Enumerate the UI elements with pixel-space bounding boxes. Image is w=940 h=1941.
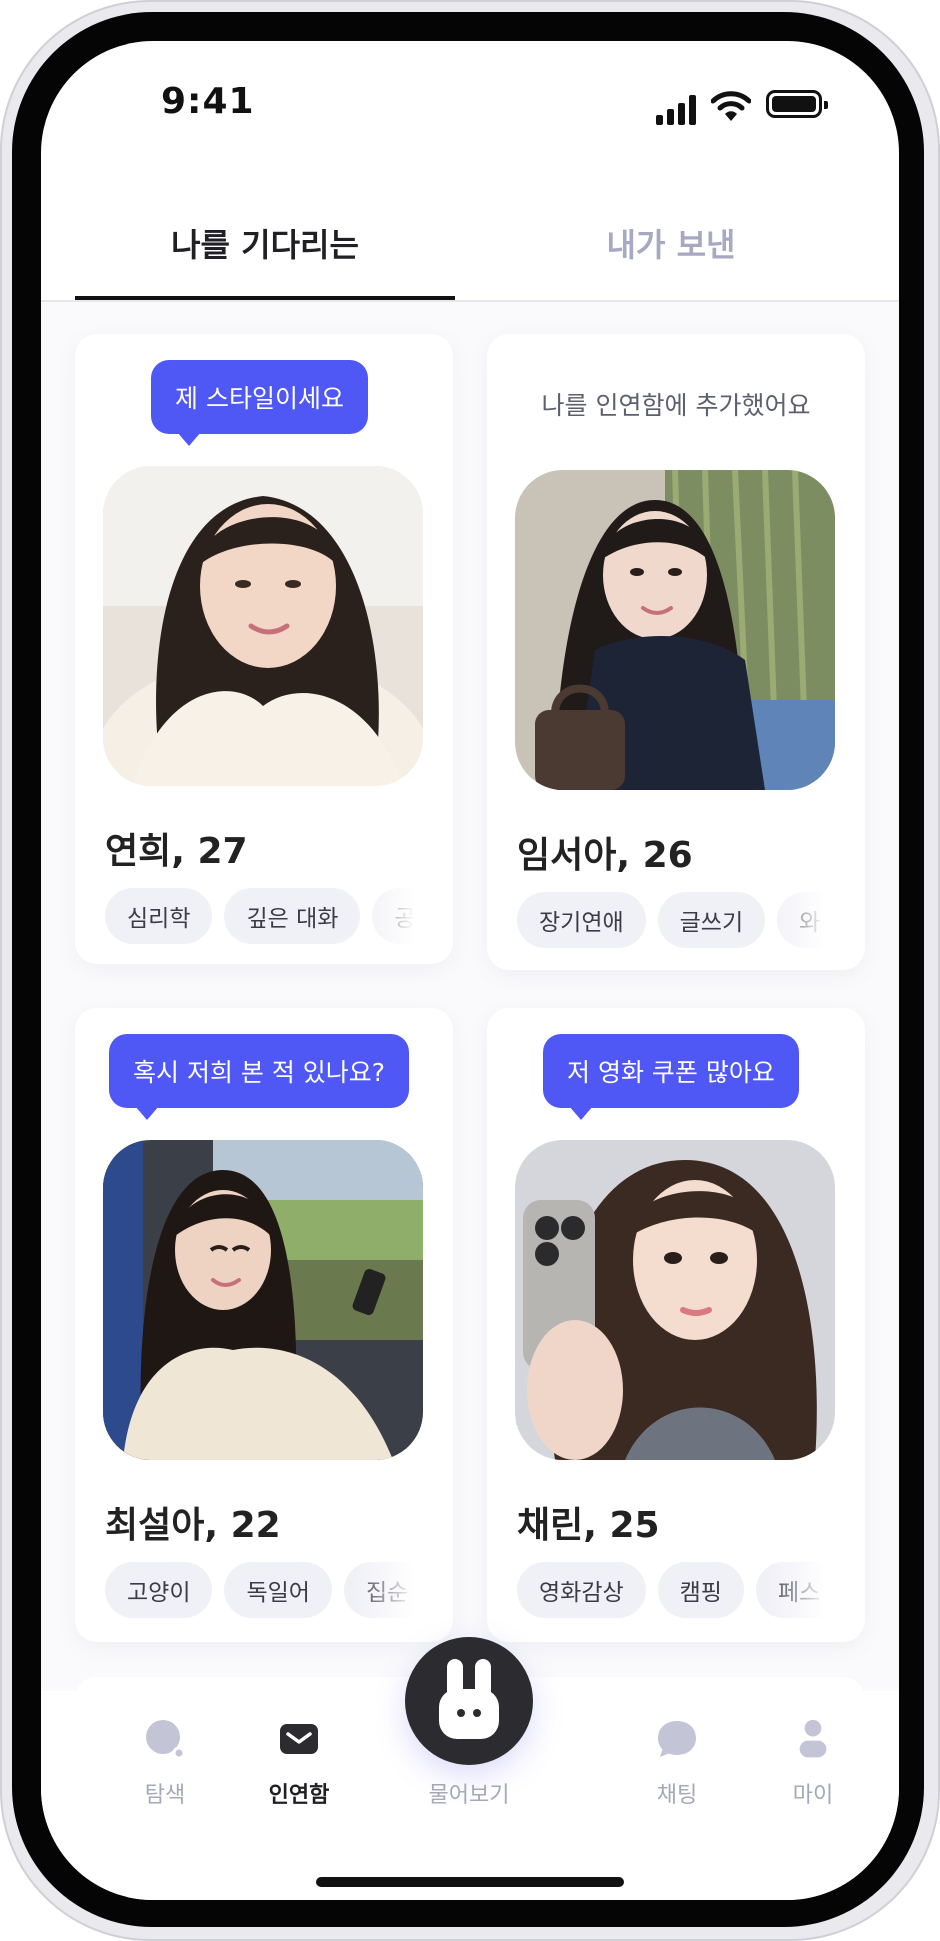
bunny-icon xyxy=(439,1659,499,1739)
nav-label: 채팅 xyxy=(656,1783,698,1808)
profile-photo xyxy=(103,466,423,786)
status-time: 9:41 xyxy=(161,81,255,122)
nav-label: 탐색 xyxy=(144,1783,186,1808)
wifi-icon xyxy=(711,91,751,121)
tab-waiting-for-me[interactable]: 나를 기다리는 xyxy=(75,186,455,300)
active-tab-indicator xyxy=(75,296,455,300)
profile-photo-image xyxy=(103,466,423,786)
nav-label: 인연함 xyxy=(268,1783,330,1808)
profile-photo xyxy=(103,1140,423,1460)
cellular-signal-icon xyxy=(656,95,700,125)
nav-inbox[interactable]: 인연함 xyxy=(239,1691,359,1831)
profile-photo-image xyxy=(515,1140,835,1460)
profile-card[interactable]: 제 스타일이세요 연희, 27 심리학깊은 대화공 xyxy=(75,334,453,964)
mail-icon xyxy=(280,1724,318,1754)
interest-tag: 장기연애 xyxy=(517,892,646,948)
interest-tag: 고양이 xyxy=(105,1562,213,1618)
profile-photo-image xyxy=(103,1140,423,1460)
status-bar: 9:41 xyxy=(41,41,899,171)
profile-name: 최설아, 22 xyxy=(105,1505,281,1546)
app-screen: 9:41 나를 기다리는 내가 보낸 제 스타일이세요 연희, 27 심리학 깊… xyxy=(41,41,899,1900)
added-to-inbox-note: 나를 인연함에 추가했어요 xyxy=(541,391,811,420)
interest-tags: 영화감상캠핑페스 xyxy=(517,1562,837,1618)
search-icon xyxy=(146,1720,185,1759)
nav-explore[interactable]: 탐색 xyxy=(105,1691,225,1831)
chat-bubble-icon xyxy=(658,1721,696,1757)
tab-bar: 나를 기다리는 내가 보낸 xyxy=(41,186,899,302)
ask-button[interactable] xyxy=(405,1637,533,1765)
tags-fade xyxy=(767,892,837,948)
message-bubble: 저 영화 쿠폰 많아요 xyxy=(543,1034,799,1120)
interest-tags: 장기연애글쓰기와 xyxy=(517,892,837,948)
bottom-navigation: 탐색 인연함 물어보기 채팅 마이 xyxy=(41,1637,899,1900)
nav-label: 마이 xyxy=(792,1783,834,1808)
nav-label: 물어보기 xyxy=(428,1783,510,1808)
battery-icon xyxy=(766,90,828,118)
card-grid: 제 스타일이세요 연희, 27 심리학깊은 대화공 xyxy=(41,302,899,1752)
interest-tag: 심리학 xyxy=(105,888,213,944)
profile-name: 연희, 27 xyxy=(105,831,248,872)
interest-tags: 심리학깊은 대화공 xyxy=(105,888,425,944)
person-icon xyxy=(799,1719,827,1758)
tags-fade xyxy=(355,1562,425,1618)
tags-fade xyxy=(767,1562,837,1618)
interest-tag: 캠핑 xyxy=(657,1562,744,1618)
profile-photo xyxy=(515,1140,835,1460)
interest-tag: 글쓰기 xyxy=(657,892,766,948)
message-bubble: 혹시 저희 본 적 있나요? xyxy=(109,1034,410,1120)
home-indicator[interactable] xyxy=(316,1877,624,1887)
profile-card[interactable]: 나를 인연함에 추가했어요 임서아, 26 장기연애 글쓰기 xyxy=(487,334,865,970)
profile-photo-image xyxy=(515,470,835,790)
tags-fade xyxy=(355,888,425,944)
profile-card[interactable]: 저 영화 쿠폰 많아요 채린, 25 영화감상 캠핑 xyxy=(487,1008,865,1642)
interest-tag: 영화감상 xyxy=(517,1562,646,1618)
profile-photo xyxy=(515,470,835,790)
interest-tag: 독일어 xyxy=(224,1562,332,1618)
nav-my[interactable]: 마이 xyxy=(753,1691,873,1831)
interest-tag: 깊은 대화 xyxy=(224,888,361,944)
interest-tags: 고양이독일어집순 xyxy=(105,1562,425,1618)
profile-name: 임서아, 26 xyxy=(517,835,693,876)
profile-name: 채린, 25 xyxy=(517,1505,660,1546)
message-bubble: 제 스타일이세요 xyxy=(151,360,368,446)
tab-sent-by-me[interactable]: 내가 보낸 xyxy=(481,186,861,300)
profile-card[interactable]: 혹시 저희 본 적 있나요? 최설아, 22 고양이 독일어 xyxy=(75,1008,453,1642)
nav-chat[interactable]: 채팅 xyxy=(617,1691,737,1831)
